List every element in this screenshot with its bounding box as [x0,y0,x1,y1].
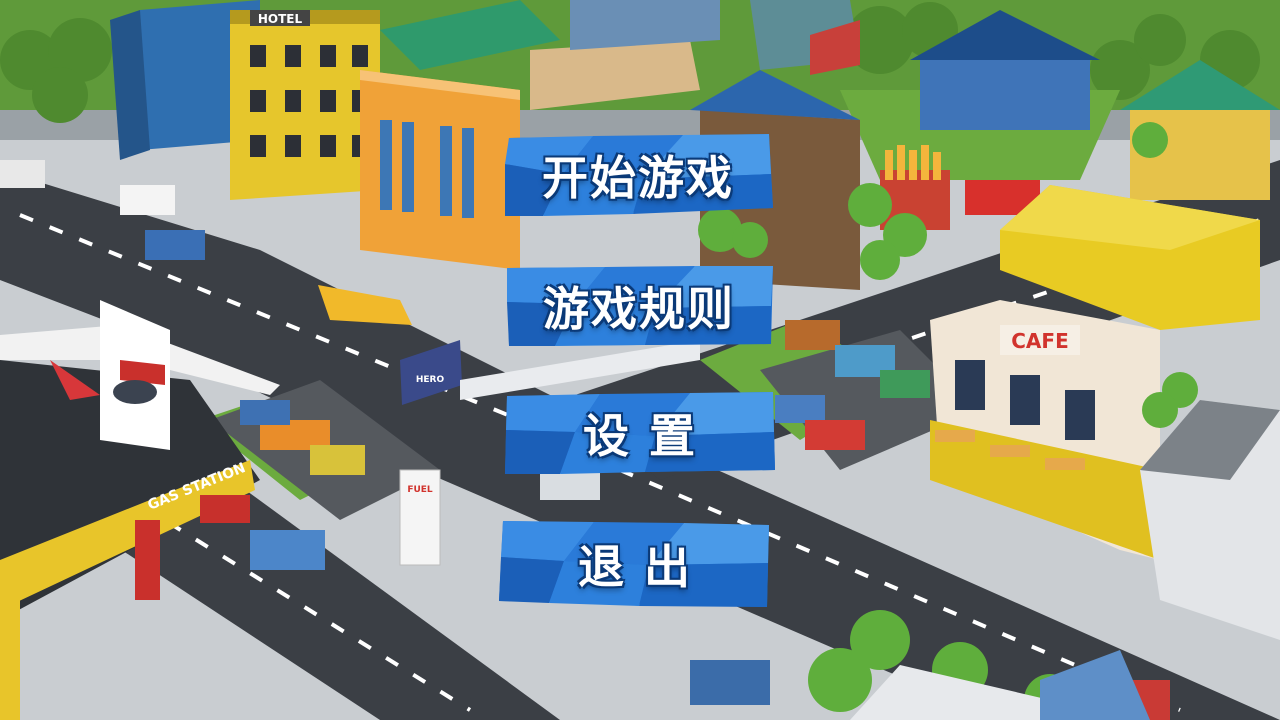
billboard-text: HERO [416,375,445,385]
game-rules-button[interactable]: 游戏规则 [505,266,773,346]
game-rules-label: 游戏规则 [543,282,735,336]
city-scene-background: HOTEL CAFE GAS STATION FUEL HERO [0,0,1280,720]
start-game-label: 开始游戏 [542,151,734,205]
settings-label: 设 置 [582,409,697,463]
start-game-button[interactable]: 开始游戏 [503,134,773,216]
exit-button[interactable]: 退 出 [499,521,771,607]
cafe-sign: CAFE [1011,329,1068,353]
settings-button[interactable]: 设 置 [505,392,775,474]
fuel-sign: FUEL [407,485,433,495]
hotel-sign: HOTEL [258,12,303,26]
exit-label: 退 出 [577,540,692,594]
